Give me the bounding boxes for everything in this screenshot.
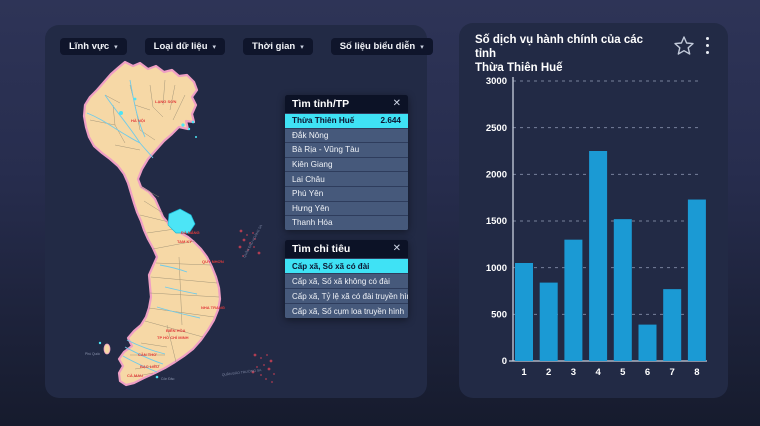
svg-text:7: 7 — [670, 367, 675, 378]
svg-text:ĐÀ NẴNG: ĐÀ NẴNG — [181, 230, 200, 235]
filter-label: Số liệu biểu diễn — [340, 41, 415, 52]
bar-2[interactable] — [540, 283, 558, 361]
chevron-down-icon: ▾ — [300, 44, 304, 51]
chart-title: Số dịch vụ hành chính của các tỉnh Thừa … — [475, 33, 665, 75]
svg-text:1000: 1000 — [486, 263, 507, 274]
svg-text:4: 4 — [595, 367, 601, 378]
filter-dropdown-2[interactable]: Thời gian ▾ — [243, 38, 313, 55]
svg-text:2500: 2500 — [486, 123, 507, 134]
close-icon[interactable]: ✕ — [393, 99, 401, 109]
province-search-panel: Tìm tỉnh/TP ✕ Thừa Thiên Huế 2.644 Đắk Nôn… — [285, 95, 408, 230]
chart-card: Số dịch vụ hành chính của các tỉnh Thừa … — [459, 23, 728, 398]
province-name: Phú Yên — [292, 189, 323, 198]
indicator-row[interactable]: Cấp xã, Tỷ lệ xã có đài truyền hình — [285, 288, 408, 303]
svg-text:QUY NHƠN: QUY NHƠN — [202, 259, 224, 264]
bar-6[interactable] — [639, 325, 657, 361]
province-row[interactable]: Bà Rịa - Vũng Tàu — [285, 142, 408, 157]
province-value: 2.644 — [381, 116, 402, 125]
filter-dropdown-1[interactable]: Loại dữ liệu ▾ — [145, 38, 225, 55]
svg-text:8: 8 — [694, 367, 699, 378]
svg-text:6: 6 — [645, 367, 650, 378]
province-row[interactable]: Hưng Yên — [285, 201, 408, 216]
svg-text:Côn Đảo: Côn Đảo — [161, 377, 174, 381]
indicator-panel-title: Tìm chỉ tiêu — [292, 243, 350, 255]
chart-title-line2: Thừa Thiên Huế — [475, 62, 563, 74]
svg-text:BIÊN HÒA: BIÊN HÒA — [166, 328, 186, 333]
province-name: Thừa Thiên Huế — [292, 116, 354, 125]
indicator-panel-header: Tìm chỉ tiêu ✕ — [285, 240, 408, 258]
province-name: Bà Rịa - Vũng Tàu — [292, 145, 359, 154]
bar-3[interactable] — [564, 240, 582, 361]
svg-text:TP HỒ CHÍ MINH: TP HỒ CHÍ MINH — [157, 335, 189, 340]
bar-5[interactable] — [614, 219, 632, 361]
bar-4[interactable] — [589, 151, 607, 361]
filter-dropdown-0[interactable]: Lĩnh vực ▾ — [60, 38, 127, 55]
chart-title-line1: Số dịch vụ hành chính của các tỉnh — [475, 34, 643, 60]
svg-text:LẠNG SƠN: LẠNG SƠN — [155, 99, 177, 104]
svg-text:5: 5 — [620, 367, 626, 378]
svg-text:3: 3 — [571, 367, 576, 378]
indicator-label: Cấp xã, Số xã có đài — [292, 262, 369, 271]
province-row[interactable]: Kiên Giang — [285, 157, 408, 172]
province-row-selected[interactable]: Thừa Thiên Huế 2.644 — [285, 113, 408, 128]
province-row[interactable]: Lai Châu — [285, 171, 408, 186]
svg-text:CÀ MAU: CÀ MAU — [127, 373, 143, 378]
chart-card-header: Số dịch vụ hành chính của các tỉnh Thừa … — [459, 23, 728, 73]
vietnam-land-shape[interactable] — [84, 62, 220, 385]
indicator-row[interactable]: Cấp xã, Số xã không có đài — [285, 273, 408, 288]
svg-text:500: 500 — [491, 310, 507, 321]
indicator-row-selected[interactable]: Cấp xã, Số xã có đài — [285, 258, 408, 273]
province-list: Thừa Thiên Huế 2.644 Đắk Nông Bà Rịa - Vũng… — [285, 113, 408, 230]
province-row[interactable]: Phú Yên — [285, 186, 408, 201]
filter-toolbar: Lĩnh vực▾Loại dữ liệu▾Thời gian▾Số liệu … — [60, 38, 433, 55]
indicator-row[interactable]: Cấp xã, Số cụm loa truyền hình — [285, 303, 408, 318]
svg-text:3000: 3000 — [486, 76, 507, 87]
province-name: Kiên Giang — [292, 160, 333, 169]
svg-text:QUẦN ĐẢO TRƯỜNG SA: QUẦN ĐẢO TRƯỜNG SA — [222, 367, 263, 377]
svg-text:BẠC LIÊU: BẠC LIÊU — [140, 364, 159, 369]
indicator-label: Cấp xã, Số cụm loa truyền hình — [292, 307, 404, 316]
svg-text:NHA TRANG: NHA TRANG — [201, 305, 225, 310]
filter-label: Lĩnh vực — [69, 41, 109, 52]
kebab-menu-icon[interactable] — [702, 37, 712, 54]
indicator-label: Cấp xã, Tỷ lệ xã có đài truyền hình — [292, 292, 408, 301]
svg-text:Phú Quốc: Phú Quốc — [85, 352, 100, 356]
province-name: Lai Châu — [292, 175, 325, 184]
chevron-down-icon: ▾ — [420, 44, 424, 51]
svg-text:TAM KỲ: TAM KỲ — [177, 239, 192, 244]
close-icon[interactable]: ✕ — [393, 244, 401, 254]
filter-dropdown-3[interactable]: Số liệu biểu diễn ▾ — [331, 38, 433, 55]
svg-text:2000: 2000 — [486, 170, 507, 181]
svg-text:HÀ NỘI: HÀ NỘI — [131, 118, 145, 123]
province-panel-header: Tìm tỉnh/TP ✕ — [285, 95, 408, 113]
svg-text:1500: 1500 — [486, 216, 507, 227]
province-row[interactable]: Đắk Nông — [285, 128, 408, 143]
svg-text:CẦN THƠ: CẦN THƠ — [138, 352, 157, 357]
filter-label: Thời gian — [252, 41, 295, 52]
province-row[interactable]: Thanh Hóa — [285, 215, 408, 230]
bar-1[interactable] — [515, 263, 533, 361]
sea-labels: QUẦN ĐẢO HOÀNG SAQUẦN ĐẢO TRƯỜNG SA — [222, 223, 264, 377]
bar-7[interactable] — [663, 289, 681, 361]
province-panel-title: Tìm tỉnh/TP — [292, 98, 349, 110]
map-panel: Lĩnh vực ▾ Loại dữ liệu ▾ Thời gian ▾ Số liệu … — [45, 25, 427, 398]
province-name: Đắk Nông — [292, 131, 328, 140]
province-name: Hưng Yên — [292, 204, 329, 213]
filter-label: Loại dữ liệu — [154, 41, 208, 52]
svg-text:1: 1 — [521, 367, 527, 378]
indicator-list: Cấp xã, Số xã có đài Cấp xã, Số xã không … — [285, 258, 408, 318]
chevron-down-icon: ▾ — [114, 44, 118, 51]
bar-8[interactable] — [688, 200, 706, 361]
svg-text:2: 2 — [546, 367, 551, 378]
indicator-search-panel: Tìm chỉ tiêu ✕ Cấp xã, Số xã có đàiCấp x… — [285, 240, 408, 318]
indicator-label: Cấp xã, Số xã không có đài — [292, 277, 390, 286]
star-icon[interactable] — [672, 34, 696, 58]
bar-chart: 0 500 1000 1500 2000 2500 3000 1 2 3 4 5 6 7 8 — [459, 75, 728, 390]
chevron-down-icon: ▾ — [213, 44, 217, 51]
svg-text:0: 0 — [502, 356, 507, 367]
province-name: Thanh Hóa — [292, 218, 333, 227]
